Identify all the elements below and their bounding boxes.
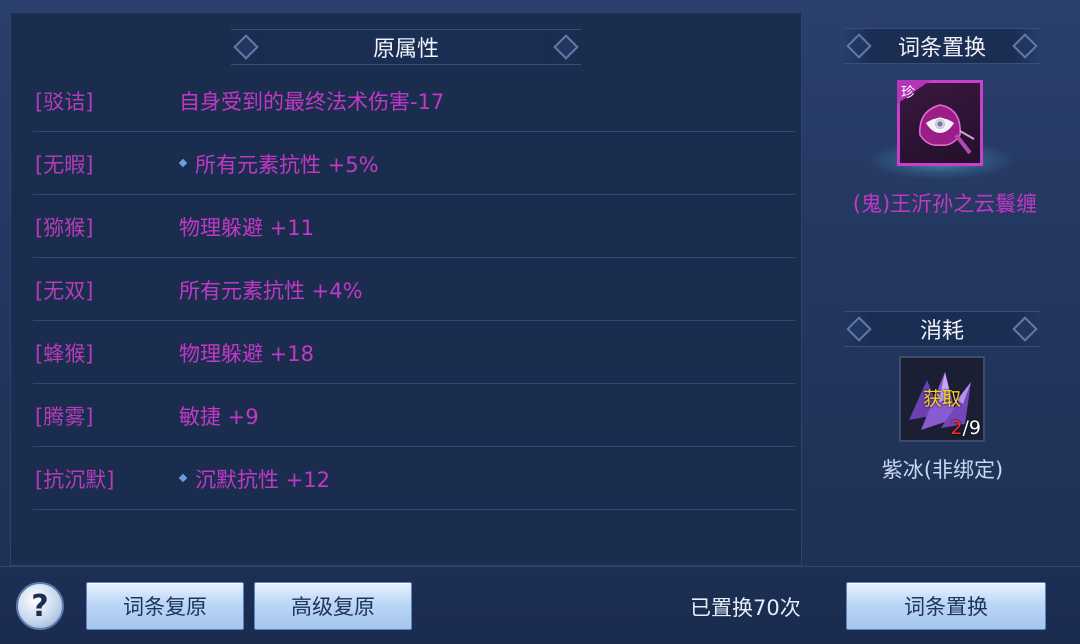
attribute-row: [抗沉默] 沉默抗性 +12 — [33, 446, 795, 510]
header-ornament-left-icon — [233, 34, 259, 60]
attribute-value: 物理躲避 +18 — [179, 342, 314, 366]
special-attribute-diamond-icon — [178, 158, 188, 168]
header-ornament-right-icon — [1012, 33, 1038, 59]
attribute-row: [腾雾] 敏捷 +9 — [33, 383, 795, 447]
replace-target-header: 词条置换 — [844, 28, 1040, 64]
attribute-value: 所有元素抗性 +5% — [195, 153, 379, 177]
attribute-name: [蜂猴] — [35, 342, 94, 366]
equipment-slot[interactable]: 珍 — [897, 80, 983, 166]
replace-target-title: 词条置换 — [897, 36, 986, 61]
consume-title: 消耗 — [919, 319, 964, 344]
attribute-value: 沉默抗性 +12 — [195, 468, 330, 492]
header-ornament-right-icon — [1012, 316, 1038, 342]
attribute-value: 自身受到的最终法术伤害-17 — [179, 90, 445, 114]
required-count: /9 — [962, 417, 982, 439]
attribute-name: [猕猴] — [35, 216, 94, 240]
rarity-badge-label: 珍 — [901, 85, 915, 101]
consume-item-slot[interactable]: 获取 2/9 — [899, 356, 985, 442]
attribute-value: 物理躲避 +11 — [179, 216, 314, 240]
attribute-value: 敏捷 +9 — [179, 405, 259, 429]
attribute-row: [驳诘] 自身受到的最终法术伤害-17 — [33, 68, 795, 132]
consume-item-name: 紫冰(非绑定) — [881, 458, 1004, 482]
owned-count: 2 — [950, 417, 963, 439]
consume-header: 消耗 — [844, 311, 1040, 347]
replace-target-item-name: (鬼)王沂孙之云鬟缠 — [852, 192, 1038, 216]
attribute-row: [无暇] 所有元素抗性 +5% — [33, 131, 795, 195]
advanced-restore-button[interactable]: 高级复原 — [254, 582, 412, 630]
replace-button[interactable]: 词条置换 — [846, 582, 1046, 630]
attribute-value: 所有元素抗性 +4% — [179, 279, 363, 303]
original-attributes-title: 原属性 — [372, 37, 439, 62]
attribute-name: [无双] — [35, 279, 94, 303]
attribute-name: [腾雾] — [35, 405, 94, 429]
original-attributes-header: 原属性 — [231, 29, 581, 65]
header-ornament-right-icon — [553, 34, 579, 60]
attribute-name: [无暇] — [35, 153, 94, 177]
obtain-label[interactable]: 获取 — [923, 384, 961, 411]
restore-button[interactable]: 词条复原 — [86, 582, 244, 630]
header-ornament-left-icon — [846, 316, 872, 342]
special-attribute-diamond-icon — [178, 473, 188, 483]
attribute-row: [无双] 所有元素抗性 +4% — [33, 257, 795, 321]
help-button[interactable]: ? — [16, 582, 64, 630]
attribute-row: [蜂猴] 物理躲避 +18 — [33, 320, 795, 384]
header-ornament-left-icon — [846, 33, 872, 59]
attribute-name: [驳诘] — [35, 90, 94, 114]
consume-count: 2/9 — [950, 417, 981, 439]
help-icon: ? — [31, 588, 49, 624]
attribute-name: [抗沉默] — [35, 468, 115, 492]
replace-count-text: 已置换70次 — [690, 596, 801, 620]
original-attributes-panel: 原属性 [驳诘] 自身受到的最终法术伤害-17 [无暇] 所有元素抗性 +5% … — [10, 12, 802, 566]
attribute-row: [猕猴] 物理躲避 +11 — [33, 194, 795, 258]
